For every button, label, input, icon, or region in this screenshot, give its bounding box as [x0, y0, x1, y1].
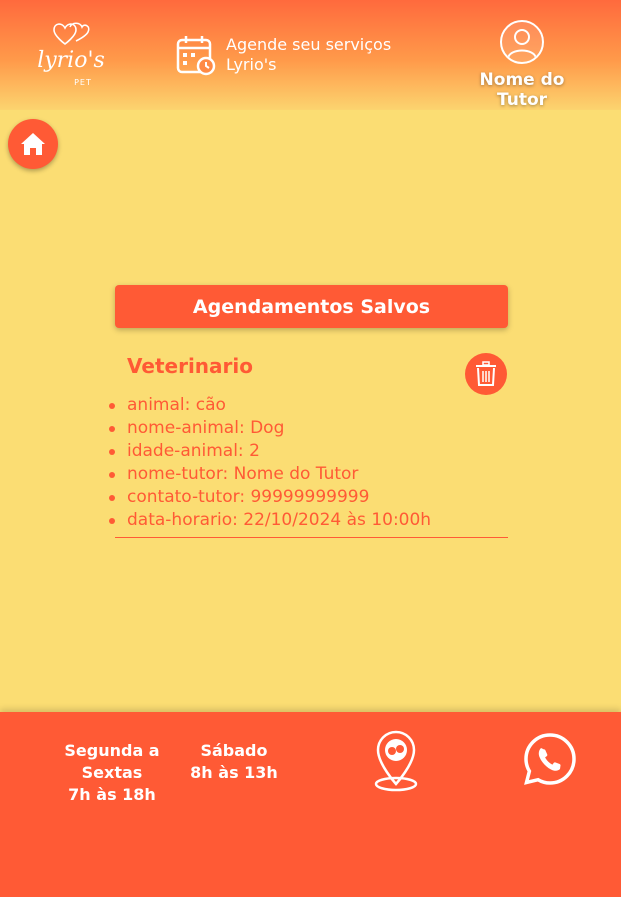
section-title: Agendamentos Salvos	[115, 285, 508, 328]
detail-datetime: data-horario: 22/10/2024 às 10:00h	[108, 510, 432, 530]
detail-animal-name: nome-animal: Dog	[108, 417, 431, 440]
location-button[interactable]	[372, 730, 420, 796]
detail-tutor-contact: contato-tutor: 99999999999	[108, 486, 431, 509]
appointment-card: Veterinario animal: cão nome-animal: Dog…	[108, 350, 508, 538]
weekday-time: 7h às 18h	[68, 785, 156, 804]
weekday-label: Segunda a Sextas	[64, 741, 160, 782]
user-profile[interactable]: Nome do Tutor	[452, 20, 592, 110]
paw-heart-icon	[53, 22, 90, 45]
saturday-label: Sábado	[200, 741, 268, 760]
whatsapp-icon	[524, 733, 576, 785]
schedule-service-link[interactable]: Agende seu serviços Lyrio's	[176, 34, 396, 76]
brand-logo[interactable]: lyrio's PET	[36, 18, 106, 90]
saturday-time: 8h às 13h	[190, 763, 278, 782]
detail-tutor-name: nome-tutor: Nome do Tutor	[108, 463, 431, 486]
footer: Segunda a Sextas 7h às 18h Sábado 8h às …	[0, 712, 621, 897]
whatsapp-button[interactable]	[523, 732, 577, 790]
header: lyrio's PET Agende seu serviços Lyrio's …	[0, 0, 621, 110]
logo-subtext: PET	[74, 78, 92, 87]
detail-animal: animal: cão	[108, 394, 431, 417]
home-button[interactable]	[8, 119, 58, 169]
map-pin-icon	[374, 730, 418, 792]
logo-text: lyrio's	[37, 48, 105, 73]
schedule-link-label: Agende seu serviços Lyrio's	[226, 35, 392, 74]
saturday-hours: Sábado 8h às 13h	[190, 740, 278, 784]
calendar-clock-icon	[176, 36, 216, 76]
home-icon	[21, 133, 45, 155]
user-icon	[500, 20, 544, 64]
weekday-hours: Segunda a Sextas 7h às 18h	[38, 740, 186, 806]
trash-icon	[476, 361, 496, 386]
tutor-name: Nome do Tutor	[479, 70, 565, 110]
detail-animal-age: idade-animal: 2	[108, 440, 431, 463]
appointment-service: Veterinario	[127, 354, 253, 378]
delete-appointment-button[interactable]	[465, 353, 507, 395]
appointment-details: animal: cão nome-animal: Dog idade-anima…	[108, 394, 432, 532]
